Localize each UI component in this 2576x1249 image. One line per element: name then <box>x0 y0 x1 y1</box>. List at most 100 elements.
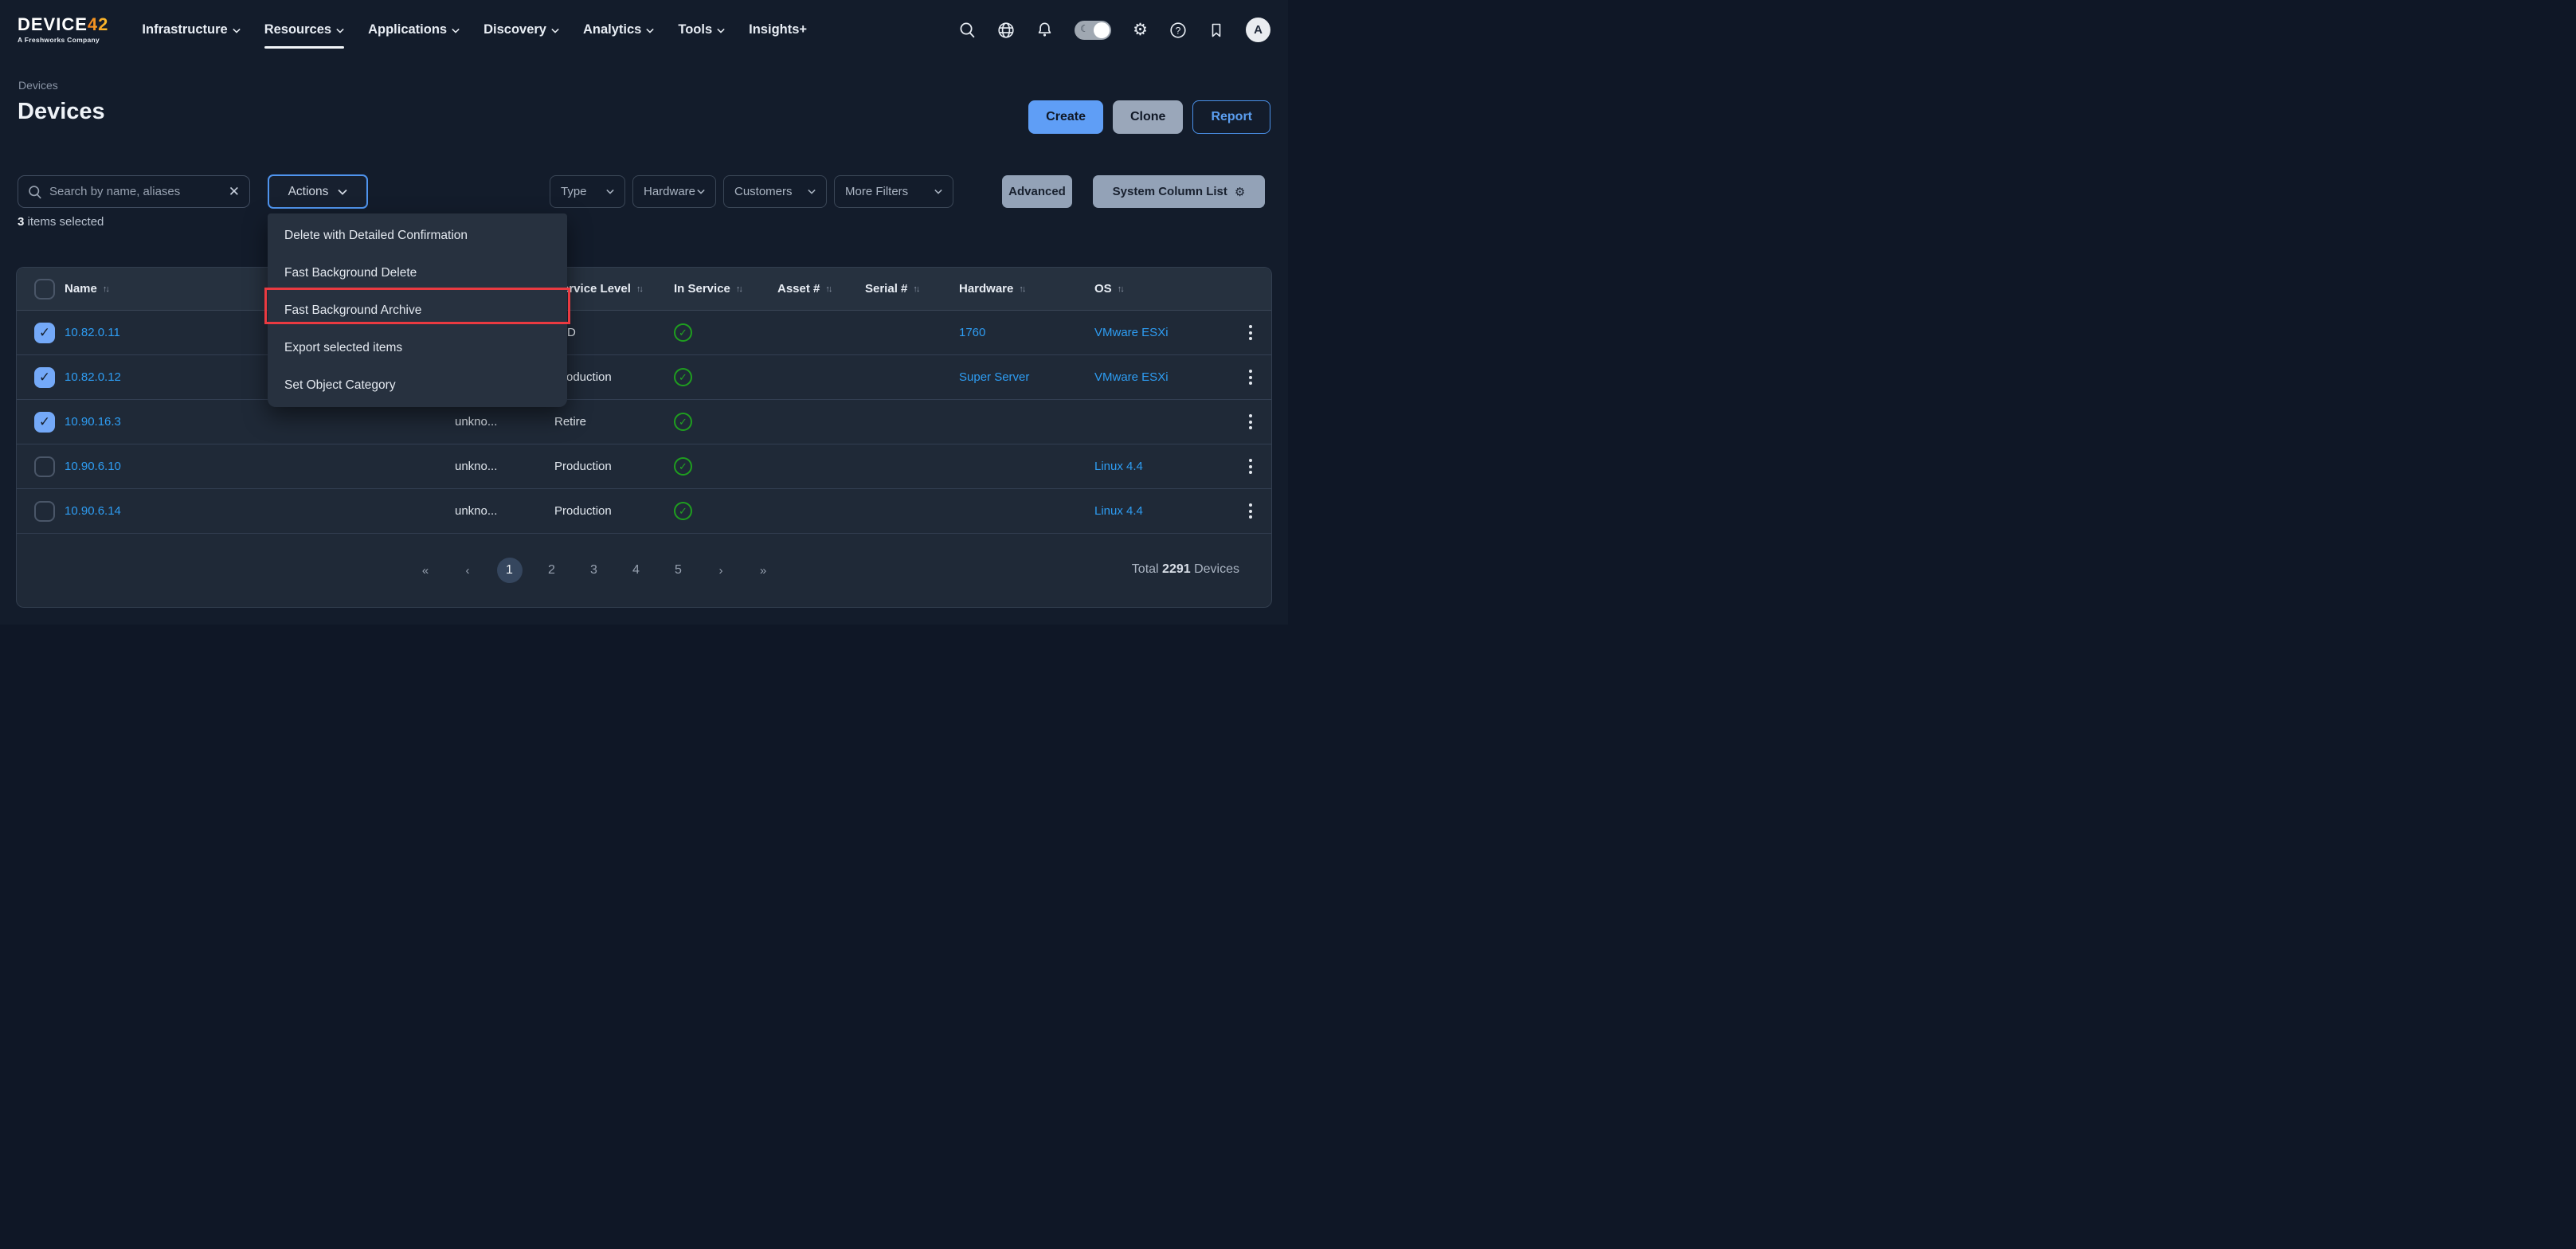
row-checkbox[interactable]: ✓ <box>34 323 55 343</box>
prev-page-button[interactable]: ‹ <box>455 558 480 583</box>
nav-item-discovery[interactable]: Discovery <box>483 18 559 42</box>
nav-item-resources[interactable]: Resources <box>264 18 344 42</box>
clear-search-icon[interactable]: ✕ <box>229 185 240 198</box>
row-menu-kebab-icon[interactable] <box>1244 500 1257 522</box>
column-header-serial: Serial #↑↓ <box>865 282 959 296</box>
page-1-button[interactable]: 1 <box>497 558 523 583</box>
page-5-button[interactable]: 5 <box>666 558 691 583</box>
avatar[interactable]: A <box>1246 18 1270 42</box>
os-link[interactable]: Linux 4.4 <box>1094 504 1143 518</box>
search-input[interactable] <box>49 185 221 198</box>
hardware-link[interactable]: Super Server <box>959 370 1029 384</box>
page-2-button[interactable]: 2 <box>539 558 565 583</box>
hardware-link[interactable]: 1760 <box>959 326 985 339</box>
row-menu-kebab-icon[interactable] <box>1244 411 1257 433</box>
table-row: 10.90.6.14 unkno... Production ✓ Linux 4… <box>17 489 1271 534</box>
search-icon[interactable] <box>959 22 976 38</box>
system-column-list-button[interactable]: System Column List ⚙ <box>1093 175 1265 208</box>
chevron-down-icon <box>934 189 942 194</box>
sort-icon[interactable]: ↑↓ <box>636 284 642 294</box>
column-header-inservice: In Service↑↓ <box>674 282 777 296</box>
nav-item-applications[interactable]: Applications <box>368 18 460 42</box>
menu-item-set-object-category[interactable]: Set Object Category <box>268 366 567 404</box>
nav-item-infrastructure[interactable]: Infrastructure <box>142 18 240 42</box>
chevron-down-icon <box>452 28 460 33</box>
sort-icon[interactable]: ↑↓ <box>103 284 108 294</box>
gear-icon[interactable]: ⚙ <box>1133 20 1148 40</box>
search-icon <box>28 185 42 199</box>
row-menu-kebab-icon[interactable] <box>1244 366 1257 388</box>
type-cell: unkno... <box>455 504 554 518</box>
device-name-link[interactable]: 10.90.16.3 <box>65 415 121 429</box>
row-checkbox[interactable] <box>34 501 55 522</box>
advanced-button[interactable]: Advanced <box>1002 175 1072 208</box>
logo-subtitle: A Freshworks Company <box>18 36 108 44</box>
chevron-down-icon <box>551 28 559 33</box>
sort-icon[interactable]: ↑↓ <box>736 284 742 294</box>
device-name-link[interactable]: 10.82.0.11 <box>65 326 120 339</box>
nav-item-analytics[interactable]: Analytics <box>583 18 654 42</box>
type-cell: unkno... <box>455 415 554 429</box>
actions-menu: Delete with Detailed ConfirmationFast Ba… <box>268 213 567 407</box>
row-menu-kebab-icon[interactable] <box>1244 456 1257 477</box>
logo-brand: DEVICE42 <box>18 16 108 33</box>
moon-icon: ☾ <box>1080 23 1089 34</box>
bookmark-icon[interactable] <box>1208 22 1224 38</box>
filter-customers[interactable]: Customers <box>723 175 827 208</box>
sort-icon[interactable]: ↑↓ <box>825 284 831 294</box>
device42-logo[interactable]: DEVICE42 A Freshworks Company <box>18 16 108 44</box>
column-header-asset: Asset #↑↓ <box>777 282 865 296</box>
menu-item-fast-background-delete[interactable]: Fast Background Delete <box>268 254 567 292</box>
os-link[interactable]: Linux 4.4 <box>1094 460 1143 473</box>
device-name-link[interactable]: 10.90.6.10 <box>65 460 121 473</box>
os-link[interactable]: VMware ESXi <box>1094 370 1169 384</box>
sort-icon[interactable]: ↑↓ <box>913 284 918 294</box>
row-menu-kebab-icon[interactable] <box>1244 322 1257 343</box>
bell-icon[interactable] <box>1036 22 1053 38</box>
device-name-link[interactable]: 10.90.6.14 <box>65 504 121 518</box>
devices-table-card: Name↑↓Type↑↓Service Level↑↓In Service↑↓A… <box>16 267 1272 608</box>
globe-icon[interactable] <box>997 22 1015 39</box>
actions-dropdown-button[interactable]: Actions <box>268 174 368 209</box>
device-name-link[interactable]: 10.82.0.12 <box>65 370 121 384</box>
report-button[interactable]: Report <box>1192 100 1270 134</box>
row-checkbox[interactable]: ✓ <box>34 412 55 433</box>
select-all-checkbox[interactable] <box>34 279 55 300</box>
theme-toggle[interactable]: ☾ <box>1075 21 1111 40</box>
sort-icon[interactable]: ↑↓ <box>1118 284 1123 294</box>
next-page-button[interactable]: › <box>708 558 734 583</box>
selected-summary: 3 items selected <box>18 215 104 229</box>
menu-item-fast-background-archive[interactable]: Fast Background Archive <box>268 292 567 329</box>
table-row: ✓ 10.90.16.3 unkno... Retire ✓ <box>17 400 1271 444</box>
nav-item-tools[interactable]: Tools <box>678 18 725 42</box>
help-icon[interactable]: ? <box>1169 22 1187 39</box>
sort-icon[interactable]: ↑↓ <box>1019 284 1024 294</box>
chevron-down-icon <box>338 189 347 195</box>
filter-type[interactable]: Type <box>550 175 625 208</box>
toggle-knob <box>1094 22 1110 38</box>
column-header-hardware: Hardware↑↓ <box>959 282 1094 296</box>
create-button[interactable]: Create <box>1028 100 1103 134</box>
filter-more-filters[interactable]: More Filters <box>834 175 953 208</box>
filter-hardware[interactable]: Hardware <box>632 175 716 208</box>
chevron-down-icon <box>606 189 614 194</box>
first-page-button[interactable]: « <box>413 558 438 583</box>
chevron-down-icon <box>336 28 344 33</box>
nav-item-insights-[interactable]: Insights+ <box>749 18 807 42</box>
chevron-down-icon <box>717 28 725 33</box>
svg-text:?: ? <box>1176 25 1181 36</box>
row-checkbox[interactable] <box>34 456 55 477</box>
row-checkbox[interactable]: ✓ <box>34 367 55 388</box>
in-service-check-icon: ✓ <box>674 502 692 520</box>
page-3-button[interactable]: 3 <box>581 558 607 583</box>
chevron-down-icon <box>697 189 705 194</box>
page-4-button[interactable]: 4 <box>624 558 649 583</box>
device42-app: DEVICE42 A Freshworks Company Infrastruc… <box>0 0 1288 624</box>
menu-item-delete-with-detailed-confirmation[interactable]: Delete with Detailed Confirmation <box>268 217 567 254</box>
last-page-button[interactable]: » <box>750 558 776 583</box>
breadcrumb[interactable]: Devices <box>18 79 58 92</box>
in-service-check-icon: ✓ <box>674 457 692 476</box>
menu-item-export-selected-items[interactable]: Export selected items <box>268 329 567 366</box>
clone-button[interactable]: Clone <box>1113 100 1183 134</box>
os-link[interactable]: VMware ESXi <box>1094 326 1169 339</box>
